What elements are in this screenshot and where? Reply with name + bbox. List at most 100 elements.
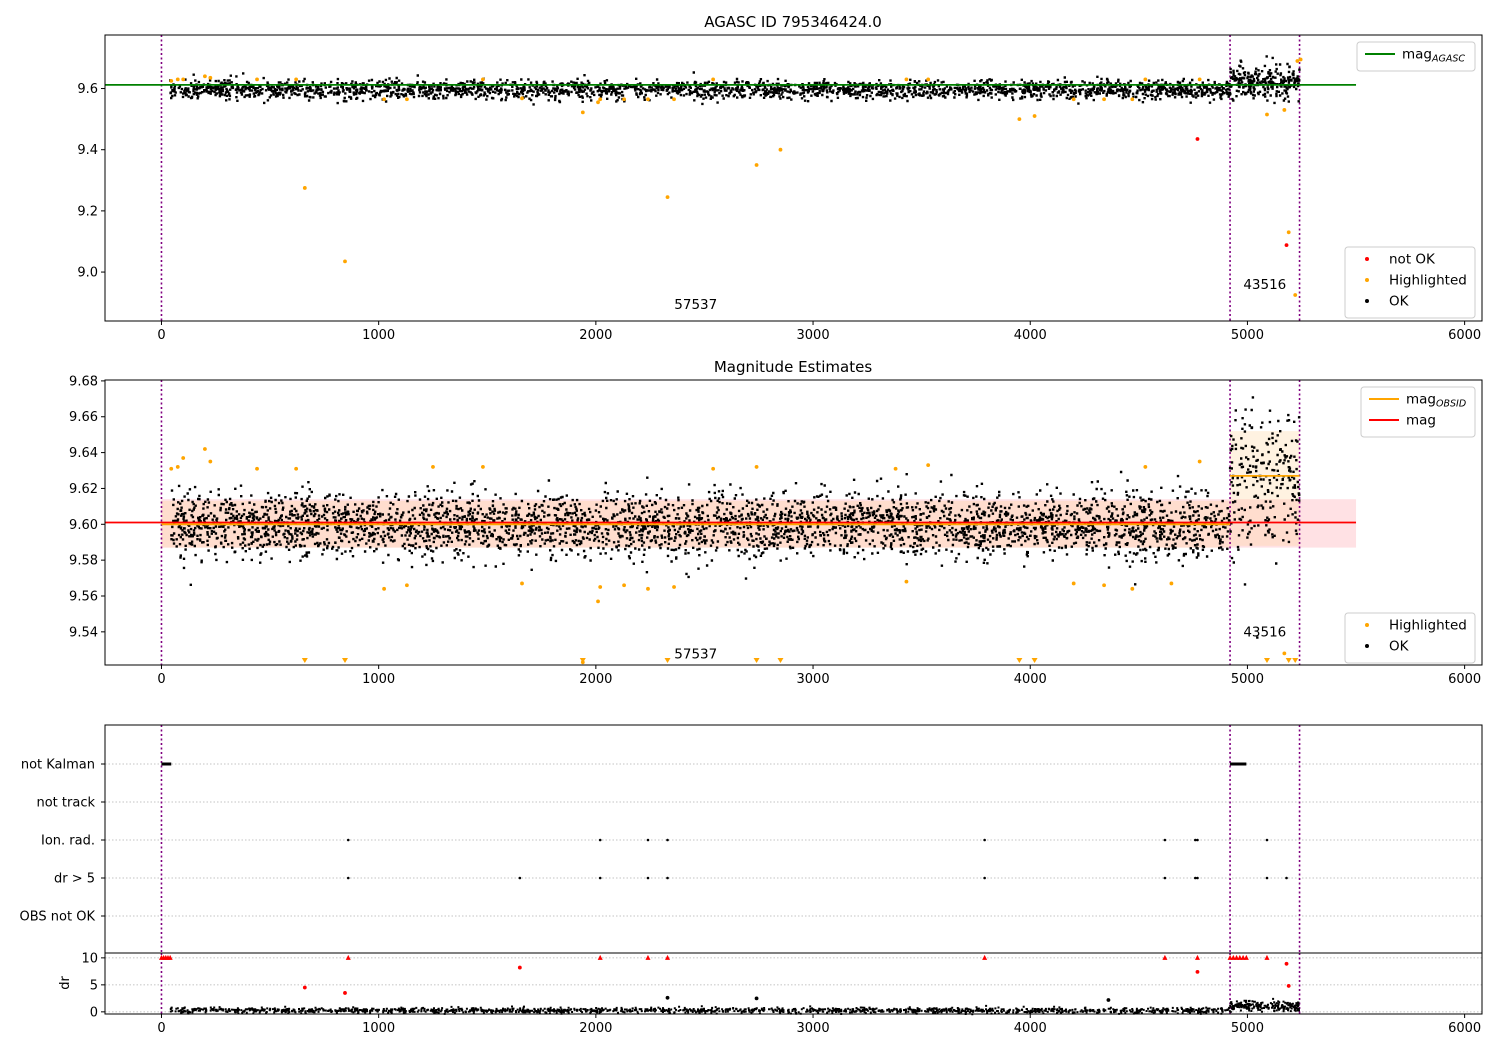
offscale-marker [1031, 658, 1038, 663]
point-highlighted [255, 77, 259, 82]
x-tick-label: 4000 [1014, 672, 1047, 687]
point-highlighted [926, 77, 931, 82]
panel-1-title: AGASC ID 795346424.0 [704, 13, 882, 31]
flag-point [598, 876, 602, 880]
offscale-marker [1285, 658, 1292, 663]
point-highlighted [672, 585, 676, 589]
point-highlighted [904, 77, 909, 82]
x-tick-label: 6000 [1448, 672, 1481, 687]
offscale-marker [1263, 658, 1270, 663]
point-highlighted [1298, 57, 1303, 62]
flag-point [666, 838, 669, 842]
point-highlighted [181, 77, 186, 82]
flag-run [1230, 762, 1247, 766]
flag-category-label: dr > 5 [54, 872, 95, 887]
y-tick-label: 9.68 [69, 374, 98, 389]
point-highlighted [1282, 108, 1287, 112]
point-highlighted [1295, 59, 1300, 63]
offscale-marker [664, 658, 671, 663]
offscale-marker [579, 658, 586, 663]
point-highlighted [208, 75, 213, 80]
panel-dr: 0 1000 2000 3000 4000 5000 6000 0 5 10 dr [58, 951, 1483, 1036]
point-highlighted [598, 97, 603, 102]
x-tick-label: 1000 [362, 672, 395, 687]
panel-magnitude-estimates: Magnitude Estimates 0 1000 2000 3000 4000 500… [69, 358, 1483, 687]
point-highlighted [302, 186, 307, 190]
point-highlighted [754, 163, 759, 167]
offscale-marker [1016, 658, 1023, 663]
flag-point [983, 876, 986, 880]
flag-point [1265, 876, 1269, 880]
y-tick-label: 10 [81, 951, 98, 966]
panel-flags: not Kalman not track Ion. rad. dr > 5 OBS no… [20, 724, 1483, 954]
offscale-marker [777, 658, 784, 663]
segment-count-annotation: 57537 [674, 647, 717, 663]
point-highlighted [778, 147, 783, 152]
point-dr [665, 995, 670, 1000]
point-highlighted [598, 585, 603, 589]
point-highlighted [1286, 230, 1291, 235]
point-dr [754, 996, 759, 1001]
point-highlighted [646, 586, 650, 591]
y-tick-label: 9.2 [77, 204, 98, 219]
point-highlighted [1293, 293, 1298, 297]
point-highlighted [1265, 112, 1269, 117]
point-highlighted [893, 466, 898, 471]
y-tick-label: 9.4 [77, 143, 98, 158]
point-highlighted [1130, 586, 1135, 591]
x-tick-label: 1000 [362, 1021, 395, 1036]
legend-label: OK [1389, 294, 1410, 310]
panel-3-frame [104, 724, 1483, 954]
x-tick-label: 3000 [797, 1021, 830, 1036]
point-highlighted [926, 463, 931, 468]
y-tick-label: 9.56 [69, 589, 98, 604]
x-tick-label: 0 [157, 328, 165, 343]
point-dr-capped [1195, 969, 1200, 974]
x-tick-label: 2000 [579, 1021, 612, 1036]
point-highlighted [175, 77, 180, 82]
x-tick-label: 4000 [1014, 1021, 1047, 1036]
point-highlighted [1143, 465, 1148, 469]
point-highlighted [1071, 581, 1076, 586]
legend-point-swatch [1365, 278, 1369, 282]
point-highlighted [404, 583, 409, 588]
legend-label: mag [1406, 413, 1436, 429]
legend-point-swatch [1365, 257, 1369, 261]
panel-4-ylabel: dr [58, 976, 73, 990]
legend-label: not OK [1389, 252, 1436, 268]
ok-points-cloud [169, 71, 1232, 106]
point-highlighted [754, 465, 759, 469]
point-highlighted [665, 195, 670, 200]
point-highlighted [1102, 97, 1106, 102]
y-tick-label: 9.6 [77, 82, 98, 97]
x-tick-label: 1000 [362, 328, 395, 343]
flag-point [983, 838, 986, 842]
dr-capped-marker [982, 954, 988, 960]
point-highlighted [672, 97, 676, 102]
x-tick-label: 2000 [579, 672, 612, 687]
x-tick-label: 2000 [579, 328, 612, 343]
y-tick-label: 9.62 [69, 482, 98, 497]
point-highlighted [1197, 459, 1202, 464]
x-tick-label: 0 [157, 1021, 165, 1036]
dr-capped-marker [1243, 954, 1249, 960]
flag-point [598, 838, 602, 842]
legend-label: Highlighted [1389, 273, 1467, 289]
y-tick-label: 9.64 [69, 446, 98, 461]
dr-capped-marker [645, 954, 651, 960]
offscale-marker [301, 658, 308, 663]
point-dr-capped [1286, 984, 1291, 988]
point-highlighted [169, 78, 174, 83]
legend-point-swatch [1365, 644, 1369, 648]
x-tick-label: 0 [157, 672, 165, 687]
point-dr-capped [343, 991, 347, 995]
segment-count-annotation: 43516 [1243, 277, 1286, 293]
point-not-ok [1284, 243, 1289, 248]
flag-point [518, 876, 522, 880]
flag-category-label: Ion. rad. [41, 834, 95, 849]
point-highlighted [181, 456, 186, 460]
point-highlighted [711, 77, 716, 82]
x-tick-label: 5000 [1231, 1021, 1264, 1036]
point-highlighted [1169, 581, 1174, 586]
flag-point [666, 876, 669, 880]
